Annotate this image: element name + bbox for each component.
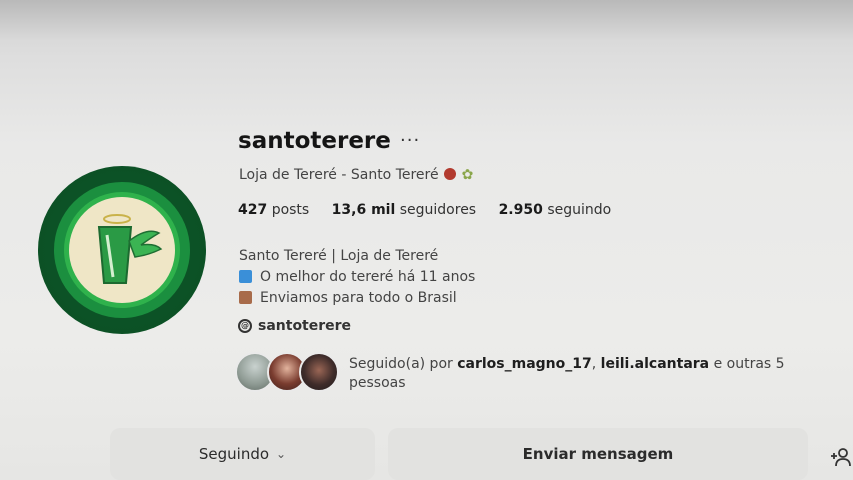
send-message-label: Enviar mensagem: [522, 445, 674, 463]
bio-line-2-text: O melhor do tereré há 11 anos: [260, 269, 476, 285]
avatar-logo: [69, 197, 175, 303]
followed-by-prefix: Seguido(a) por: [349, 356, 453, 372]
bio-line-1: Santo Tereré | Loja de Tereré: [239, 248, 439, 264]
followed-by-separator: ,: [591, 356, 597, 372]
bio-line-3: Enviamos para todo o Brasil: [239, 288, 475, 309]
posts-count: 427: [238, 202, 268, 218]
package-emoji-icon: [239, 291, 252, 304]
profile-bio: Santo Tereré | Loja de Tereré O melhor d…: [239, 246, 475, 309]
bio-line-3-text: Enviamos para todo o Brasil: [260, 290, 457, 306]
mutual-followers-avatars[interactable]: [235, 352, 345, 392]
threads-link[interactable]: @ santoterere: [238, 318, 351, 334]
cup-wings-logo-icon: [97, 214, 163, 284]
following-label: seguindo: [547, 202, 612, 218]
blue-cube-emoji-icon: [239, 270, 252, 283]
mutual-follower-avatar: [299, 352, 339, 392]
following-button[interactable]: Seguindo ⌄: [110, 428, 375, 480]
followers-stat[interactable]: 13,6 mil seguidores: [332, 202, 481, 218]
followed-by-text[interactable]: Seguido(a) por carlos_magno_17, leili.al…: [349, 355, 819, 393]
following-count: 2.950: [498, 202, 543, 218]
threads-icon: @: [238, 319, 252, 333]
followed-by-user-1[interactable]: carlos_magno_17: [457, 356, 592, 372]
full-name-text: Loja de Tereré - Santo Tereré: [239, 167, 439, 183]
followers-count: 13,6 mil: [331, 202, 396, 218]
profile-username: santoterere: [238, 128, 391, 154]
posts-label: posts: [271, 202, 310, 218]
more-options-icon[interactable]: ···: [400, 130, 420, 151]
bio-line-2: O melhor do tereré há 11 anos: [239, 267, 475, 288]
threads-handle: santoterere: [258, 318, 352, 334]
followers-label: seguidores: [399, 202, 477, 218]
leaf-emoji-icon: ✿: [461, 167, 474, 183]
chevron-down-icon: ⌄: [276, 447, 287, 461]
screen-top-shade: [0, 0, 853, 40]
send-message-button[interactable]: Enviar mensagem: [388, 428, 808, 480]
add-user-icon[interactable]: [830, 446, 852, 468]
profile-avatar[interactable]: [38, 166, 206, 334]
posts-stat: 427 posts: [238, 202, 314, 218]
following-stat[interactable]: 2.950 seguindo: [499, 202, 612, 218]
profile-full-name: Loja de Tereré - Santo Tereré ✿: [239, 167, 473, 183]
apple-emoji-icon: [443, 168, 456, 180]
following-button-label: Seguindo: [198, 445, 270, 463]
followed-by-user-2[interactable]: leili.alcantara: [601, 356, 709, 372]
profile-stats: 427 posts 13,6 mil seguidores 2.950 segu…: [238, 202, 629, 218]
